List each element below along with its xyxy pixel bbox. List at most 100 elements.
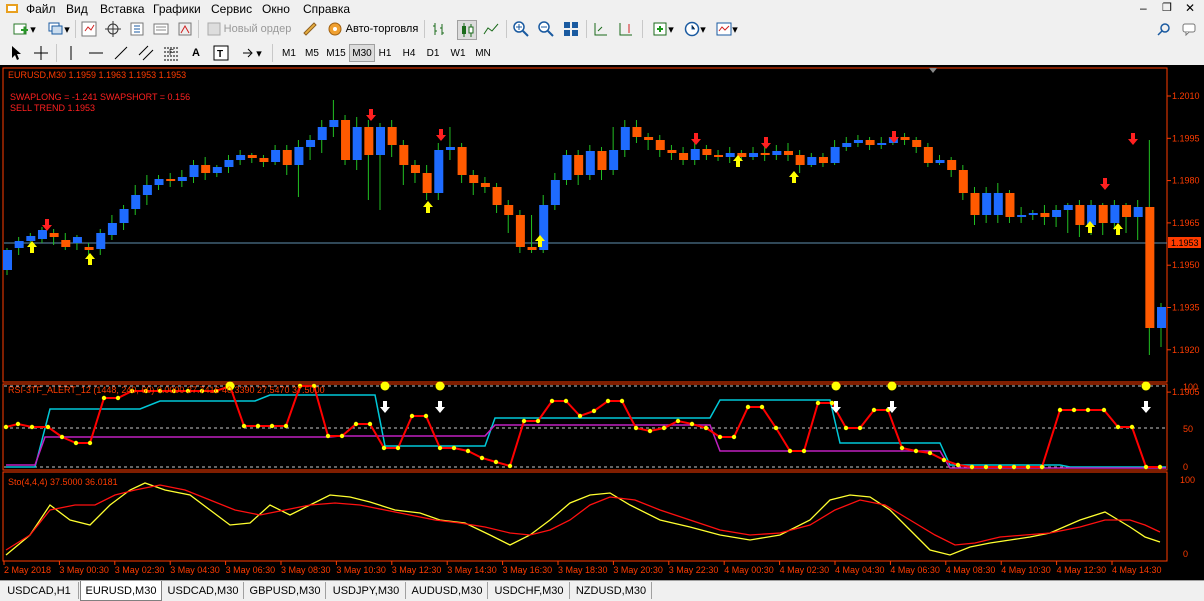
bear-candle [923,147,933,163]
fibonacci-icon: F [164,47,178,61]
bear-candle [201,165,211,173]
rsi-dot [423,413,429,419]
fibonacci-button[interactable]: F [162,44,180,62]
tab-usdchf-m30[interactable]: USDCHF,M30 [489,582,570,599]
text-label-button[interactable]: T [212,44,230,62]
navigator-button[interactable] [127,20,147,38]
terminal-button[interactable] [151,20,171,38]
timeframe-d1[interactable]: D1 [423,45,443,61]
new-chart-button[interactable]: ▾ [6,20,42,38]
market-watch-button[interactable] [79,20,99,38]
arrows-button[interactable]: ▾ [237,44,267,62]
restore-button[interactable]: ❐ [1162,1,1176,15]
rsi-dot [1071,407,1077,413]
tab-audusd-m30[interactable]: AUDUSD,M30 [407,582,488,599]
menu-window[interactable]: Окно [262,2,290,16]
price-tick-label: 1.1980 [1172,176,1200,186]
menu-file[interactable]: Файл [26,2,56,16]
timeframe-mn[interactable]: MN [472,45,494,61]
autotrading-button[interactable]: Авто-торговля [325,20,420,38]
zoom-out-icon [538,21,554,37]
bar-chart-button[interactable] [430,20,448,38]
chart-shift-marker[interactable] [929,68,937,73]
equidistant-channel-button[interactable] [137,44,155,62]
sell-arrow-icon [1128,133,1138,145]
tester-button[interactable] [175,20,195,38]
new-order-button[interactable]: Новый ордер [204,20,294,38]
horizontal-line-button[interactable] [87,44,105,62]
tab-usdcad-h1[interactable]: USDCAD,H1 [0,582,79,599]
bear-candle [702,149,712,155]
menu-view[interactable]: Вид [66,2,88,16]
bear-candle [644,137,654,140]
tab-usdjpy-m30[interactable]: USDJPY,M30 [327,582,406,599]
search-button[interactable] [1155,20,1173,38]
chart-shift-button[interactable] [617,20,635,38]
tab-eurusd-m30[interactable]: EURUSD,M30 [80,581,162,601]
tile-windows-button[interactable] [562,20,580,38]
price-tick-label: 1.2010 [1172,91,1200,101]
text-button[interactable]: A [187,44,205,62]
autoscroll-button[interactable] [592,20,610,38]
menu-insert[interactable]: Вставка [100,2,145,16]
timeframe-h1[interactable]: H1 [375,45,395,61]
bear-candle [818,157,828,163]
bear-candle [1122,205,1132,217]
time-tick-label: 3 May 00:30 [59,565,109,575]
rsi-dot [381,445,387,451]
rsi-dot [997,464,1003,470]
menu-tools[interactable]: Сервис [211,2,252,16]
bear-candle [492,187,502,205]
minimize-button[interactable]: – [1140,1,1154,15]
tab-nzdusd-m30[interactable]: NZDUSD,M30 [571,582,652,599]
timeframe-m5[interactable]: M5 [301,45,323,61]
candles-button[interactable] [457,20,477,40]
trendline-button[interactable] [112,44,130,62]
profiles-button[interactable]: ▾ [44,20,74,38]
time-tick-label: 3 May 08:30 [281,565,331,575]
menu-help[interactable]: Справка [303,2,350,16]
zoom-out-button[interactable] [537,20,555,38]
clock-icon [684,21,700,37]
tab-usdcad-m30[interactable]: USDCAD,M30 [163,582,244,599]
bull-candle [445,147,455,150]
vertical-line-button[interactable] [62,44,80,62]
close-button[interactable]: ✕ [1185,1,1199,15]
rsi-dot [1115,424,1121,430]
data-window-button[interactable] [103,20,123,38]
rsi-dot [801,448,807,454]
crosshair-button[interactable] [32,44,50,62]
signal-arrows-layer [27,109,1138,265]
line-chart-button[interactable] [482,20,500,38]
timeframe-m15[interactable]: M15 [324,45,348,61]
timeframe-w1[interactable]: W1 [447,45,469,61]
bull-candle [585,151,595,175]
templates-button[interactable]: ▾ [712,20,742,38]
rsi-dot [941,457,947,463]
periods-button[interactable]: ▾ [680,20,710,38]
timeframe-h4[interactable]: H4 [399,45,419,61]
bull-candle [550,180,560,205]
menu-charts[interactable]: Графики [153,2,201,16]
indicators-button[interactable]: ▾ [648,20,678,38]
rsi-dot [395,445,401,451]
bull-candle [982,193,992,215]
zoom-in-button[interactable] [512,20,530,38]
bull-candle [329,120,339,127]
text-tool-icon: A [192,47,200,59]
tab-gbpusd-m30[interactable]: GBPUSD,M30 [245,582,326,599]
chat-button[interactable] [1180,20,1198,38]
timeframe-m1[interactable]: M1 [278,45,300,61]
price-tick-label: 1.1950 [1172,260,1200,270]
trend-info-label: SELL TREND 1.1953 [10,103,95,113]
metaeditor-button[interactable] [300,20,320,38]
chart-window[interactable]: 1.2010 1.1995 1.1980 1.1965 1.1950 1.1935 1.19… [0,65,1204,580]
cursor-button[interactable] [8,44,26,62]
chart-canvas[interactable]: 1.2010 1.1995 1.1980 1.1965 1.1950 1.1935 1.19… [0,65,1204,580]
autotrading-icon [328,22,342,36]
time-tick-label: 2 May 2018 [4,565,51,575]
bear-candle [1005,193,1015,217]
bull-candle [1028,213,1038,215]
timeframe-m30[interactable]: M30 [349,44,375,62]
standard-toolbar: ▾ ▾ Новый ордер Авто-торговля ▾ ▾ ▾ [0,17,1204,42]
